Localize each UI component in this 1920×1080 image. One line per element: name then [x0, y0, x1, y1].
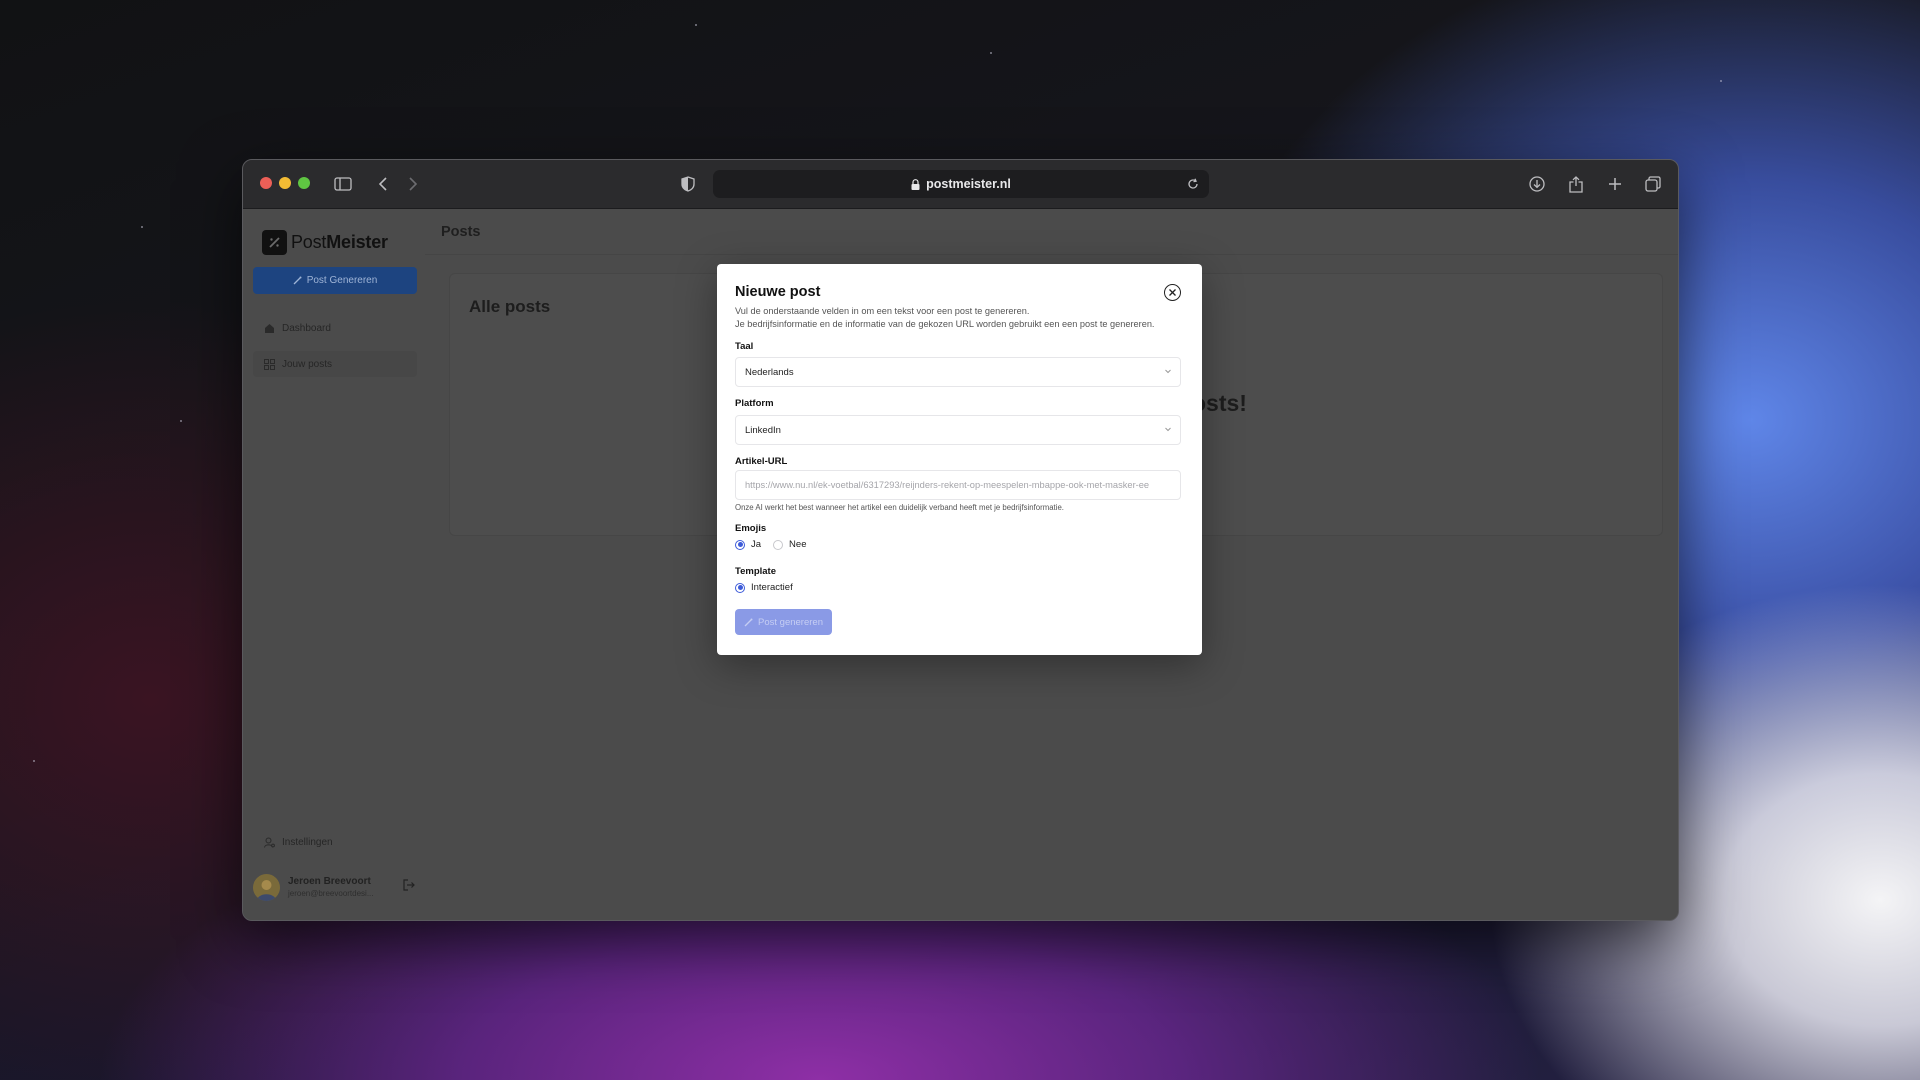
post-generate-submit-button[interactable]: Post genereren — [735, 609, 832, 635]
sidebar-item-label: Dashboard — [282, 322, 331, 334]
url-hint: Onze AI werkt het best wanneer het artik… — [735, 503, 1064, 512]
window-close-button[interactable] — [260, 177, 272, 189]
template-interactive-label[interactable]: Interactief — [751, 582, 793, 593]
address-bar[interactable]: postmeister.nl — [713, 170, 1209, 198]
submit-label: Post genereren — [758, 616, 823, 628]
article-url-input[interactable]: https://www.nu.nl/ek-voetbal/6317293/rei… — [735, 470, 1181, 500]
user-settings-icon — [264, 837, 275, 848]
user-email: jeroen@breevoortdesi... — [288, 889, 374, 898]
page-title: Posts — [441, 223, 481, 240]
emojis-label: Emojis — [735, 523, 767, 534]
privacy-shield-icon[interactable] — [676, 172, 700, 196]
chevron-down-icon — [1165, 369, 1171, 374]
template-radio-group: Interactief — [735, 582, 793, 593]
language-label: Taal — [735, 341, 754, 352]
share-icon[interactable] — [1564, 172, 1588, 196]
logo-text: PostMeister — [291, 232, 388, 252]
platform-label: Platform — [735, 398, 774, 409]
new-tab-icon[interactable] — [1603, 172, 1627, 196]
template-interactive-radio[interactable] — [735, 582, 745, 593]
language-select[interactable]: Nederlands — [735, 357, 1181, 387]
download-icon[interactable] — [1525, 172, 1549, 196]
sidebar-item-label: Jouw posts — [282, 358, 333, 370]
sidebar-toggle-icon[interactable] — [331, 172, 355, 196]
emojis-no-radio[interactable] — [773, 539, 784, 550]
dialog-title: Nieuwe post — [735, 284, 821, 300]
settings-label: Instellingen — [282, 836, 333, 848]
lock-icon — [911, 178, 920, 190]
emojis-radio-group: Ja Nee — [735, 539, 806, 550]
language-value: Nederlands — [745, 366, 794, 378]
background-star — [990, 52, 992, 54]
platform-value: LinkedIn — [745, 424, 781, 436]
url-text: postmeister.nl — [926, 177, 1011, 191]
emojis-yes-radio[interactable] — [735, 539, 745, 550]
logo-mark-icon — [262, 230, 287, 255]
sparkle-icon — [293, 276, 302, 285]
back-icon[interactable] — [371, 172, 395, 196]
home-icon — [265, 323, 274, 333]
background-star — [141, 226, 143, 228]
page-header: Posts — [425, 209, 1678, 255]
user-name: Jeroen Breevoort — [288, 876, 371, 887]
forward-icon[interactable] — [401, 172, 425, 196]
sidebar-item-jouw-posts[interactable]: Jouw posts — [253, 351, 417, 377]
sidebar-item-dashboard[interactable]: Dashboard — [253, 315, 417, 341]
background-star — [180, 420, 182, 422]
logout-icon[interactable] — [403, 878, 415, 896]
dialog-description: Vul de onderstaande velden in om een tek… — [735, 306, 1155, 329]
window-zoom-button[interactable] — [298, 177, 310, 189]
platform-select[interactable]: LinkedIn — [735, 415, 1181, 445]
user-info: Jeroen Breevoort jeroen@breevoortdesi... — [288, 876, 374, 898]
emojis-no-label[interactable]: Nee — [789, 539, 806, 550]
reload-icon[interactable] — [1183, 174, 1203, 194]
new-post-dialog: Nieuwe post Vul de onderstaande velden i… — [717, 264, 1202, 655]
close-icon[interactable] — [1164, 284, 1181, 301]
post-generate-button[interactable]: Post Genereren — [253, 267, 417, 294]
browser-toolbar: postmeister.nl — [243, 160, 1678, 209]
logo[interactable]: PostMeister — [262, 230, 388, 255]
user-profile[interactable]: Jeroen Breevoort jeroen@breevoortdesi... — [253, 871, 417, 903]
avatar — [253, 873, 280, 901]
grid-icon — [264, 358, 275, 370]
window-minimize-button[interactable] — [279, 177, 291, 189]
posts-card-title: Alle posts — [469, 297, 551, 316]
background-star — [33, 760, 35, 762]
post-generate-label: Post Genereren — [306, 275, 378, 286]
sparkle-icon — [744, 618, 753, 626]
sidebar: PostMeister Post Genereren Dashboard Jou… — [243, 209, 425, 920]
tab-overview-icon[interactable] — [1641, 172, 1665, 196]
emojis-yes-label[interactable]: Ja — [751, 539, 761, 550]
sidebar-item-settings[interactable]: Instellingen — [253, 829, 417, 855]
chevron-down-icon — [1165, 427, 1171, 432]
background-star — [1720, 80, 1722, 82]
url-label: Artikel-URL — [735, 456, 788, 467]
background-star — [695, 24, 697, 26]
template-label: Template — [735, 566, 777, 577]
